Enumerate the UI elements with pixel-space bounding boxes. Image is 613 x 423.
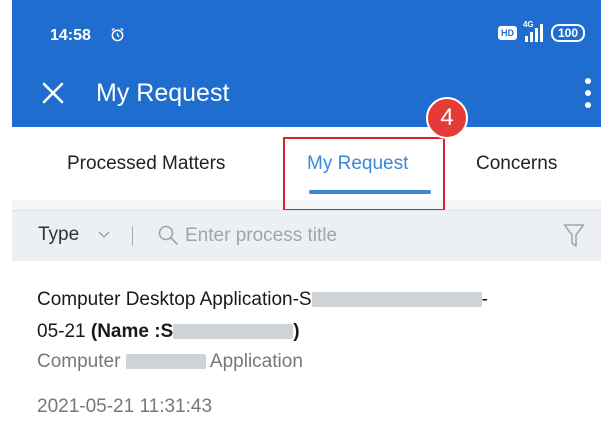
close-icon[interactable]: [42, 82, 64, 104]
redacted-text: [173, 324, 294, 340]
filter-divider: [132, 226, 133, 246]
phone-screen: 14:58 HD 4G 100 My Request Processed Mat…: [12, 0, 601, 423]
more-options-icon[interactable]: [585, 78, 591, 108]
network-type-label: 4G: [522, 20, 534, 29]
tab-processed-matters[interactable]: Processed Matters: [67, 127, 225, 200]
request-title: Computer Desktop Application-S - 05-21 (N…: [37, 289, 488, 342]
redacted-text: [311, 292, 482, 308]
process-title-search-input[interactable]: [185, 221, 485, 251]
redacted-text: [125, 354, 206, 370]
annotation-step-badge: 4: [426, 97, 468, 139]
battery-indicator: 100: [550, 24, 585, 42]
request-category: Computer Application: [37, 351, 303, 372]
funnel-filter-icon[interactable]: [563, 223, 585, 249]
signal-icon: 4G: [523, 20, 543, 42]
status-time: 14:58: [50, 27, 91, 44]
alarm-clock-icon: [111, 27, 124, 42]
tab-concerns[interactable]: Concerns: [476, 127, 557, 200]
type-filter-label[interactable]: Type: [38, 224, 79, 246]
filter-bar: Type: [12, 210, 601, 262]
page-title: My Request: [96, 79, 230, 107]
annotation-highlight-box: [283, 137, 445, 211]
hd-badge: HD: [497, 26, 517, 40]
status-indicators: HD 4G 100: [497, 20, 585, 42]
request-timestamp: 2021-05-21 11:31:43: [37, 396, 213, 417]
search-icon: [158, 225, 178, 245]
app-bar: 14:58 HD 4G 100 My Request: [12, 0, 601, 127]
request-list: Computer Desktop Application-S - 05-21 (N…: [12, 261, 601, 423]
chevron-down-icon[interactable]: [98, 231, 110, 239]
